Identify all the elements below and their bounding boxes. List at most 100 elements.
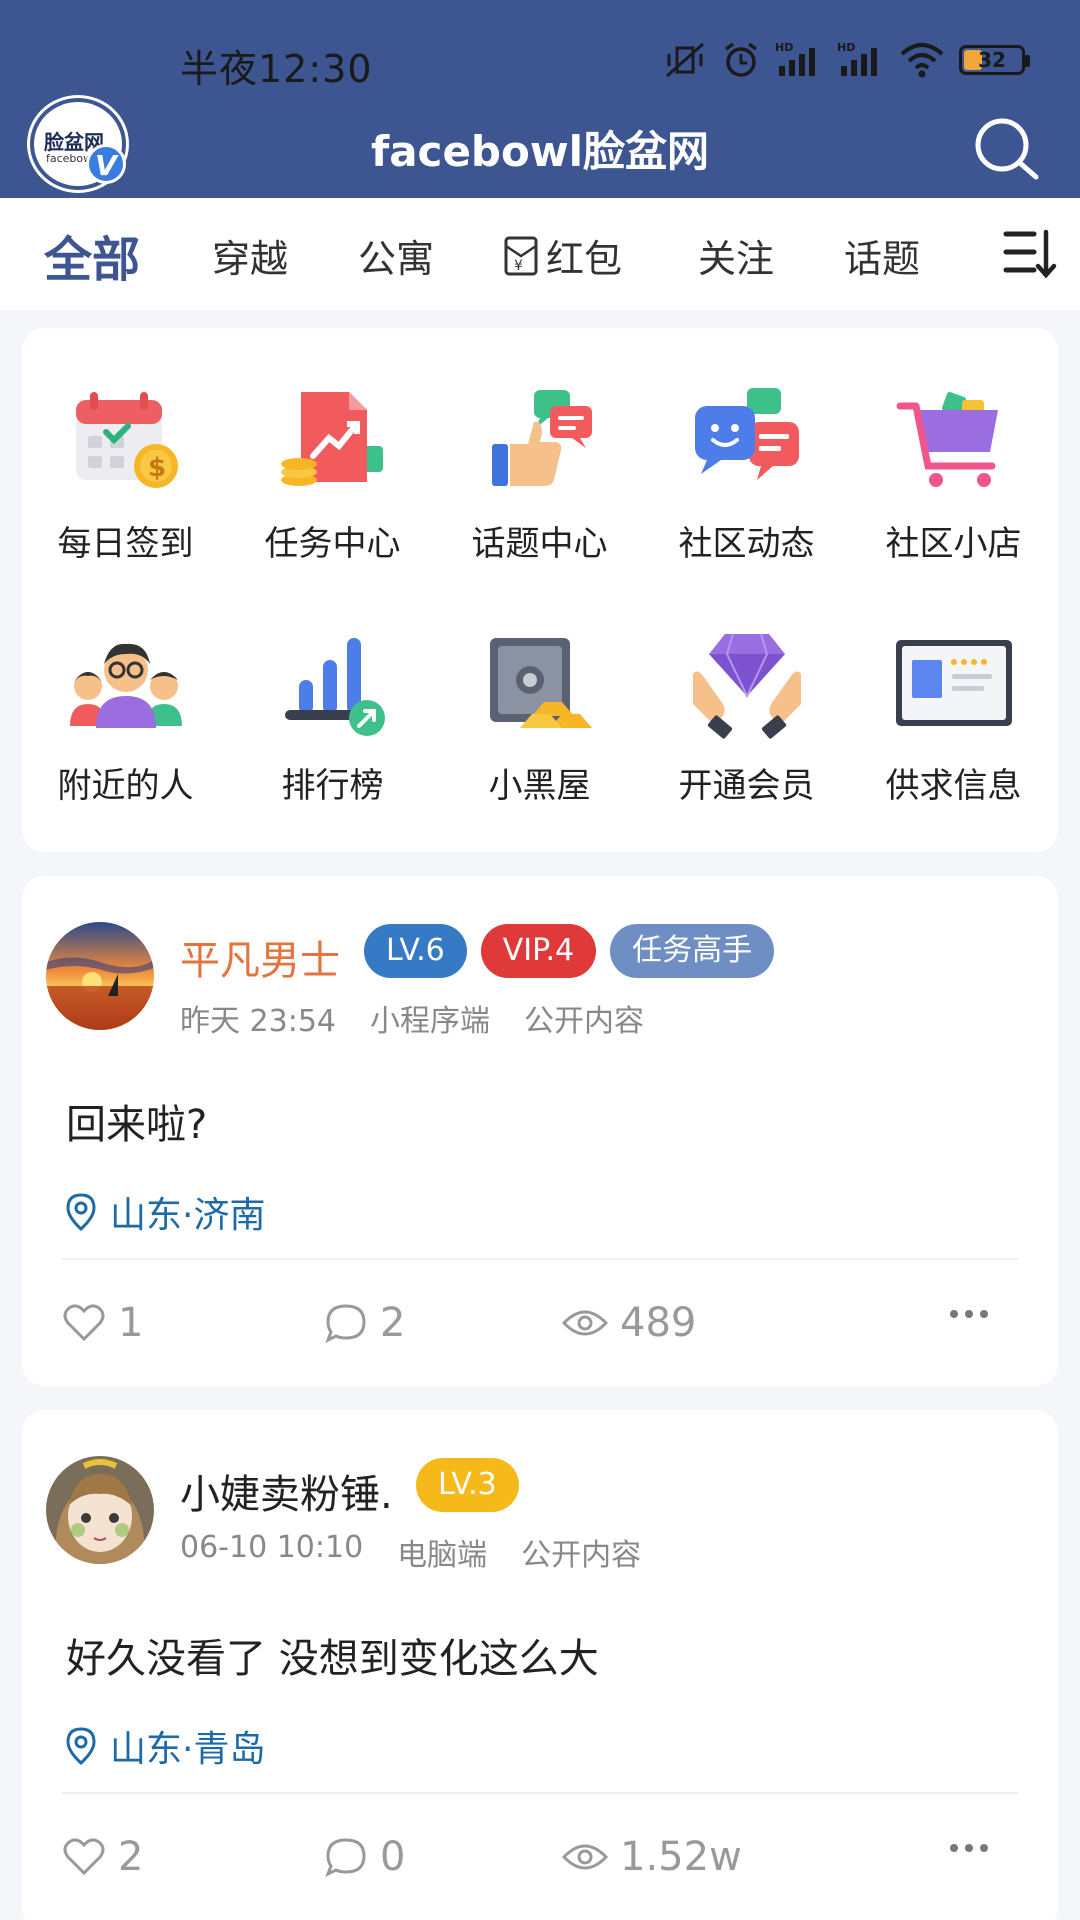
grid-label: 任务中心 xyxy=(264,524,401,564)
tab-gongyu[interactable]: 公寓 xyxy=(358,228,434,283)
like-count: 1 xyxy=(118,1300,144,1346)
location-text: 山东·济南 xyxy=(110,1195,266,1236)
eye-icon xyxy=(562,1844,608,1870)
shopping-cart-icon xyxy=(896,392,998,487)
post-actions: 2 0 1.52w xyxy=(62,1834,1018,1890)
post-client: 电脑端 xyxy=(397,1538,488,1573)
grid-item-nearby-people[interactable]: 附近的人 xyxy=(22,624,229,807)
people-group-icon xyxy=(69,643,182,728)
like-button[interactable]: 1 xyxy=(62,1300,143,1346)
bar-ranking-icon xyxy=(284,638,385,736)
post-meta: 昨天 23:54 小程序端 公开内容 xyxy=(180,996,644,1040)
info-board-icon xyxy=(895,640,1012,726)
grid-item-leaderboard[interactable]: 排行榜 xyxy=(229,624,436,807)
task-chart-icon xyxy=(280,392,383,486)
post-content[interactable]: 好久没看了 没想到变化这么大 xyxy=(66,1626,599,1684)
app-title: facebowl脸盆网 xyxy=(370,127,710,176)
divider xyxy=(62,1258,1018,1260)
username[interactable]: 平凡男士 xyxy=(180,928,340,986)
grid-item-task-center[interactable]: 任务中心 xyxy=(229,382,436,565)
more-options-icon[interactable] xyxy=(948,1308,990,1320)
tab-all[interactable]: 全部 xyxy=(44,220,140,290)
grid-item-vip-membership[interactable]: 开通会员 xyxy=(643,624,850,807)
status-icons: HD HD 32 xyxy=(663,40,1030,80)
grid-item-topic-center[interactable]: 话题中心 xyxy=(436,382,643,565)
grid-label: 供求信息 xyxy=(885,766,1022,806)
svg-text:$: $ xyxy=(148,453,166,483)
comment-button[interactable]: 0 xyxy=(324,1834,405,1880)
safe-gold-icon xyxy=(489,638,592,728)
grid-label: 社区小店 xyxy=(885,524,1022,564)
comment-icon xyxy=(325,1304,366,1344)
grid-item-blackroom[interactable]: 小黑屋 xyxy=(436,624,643,807)
user-badges: LV.3 xyxy=(416,1458,519,1512)
comment-button[interactable]: 2 xyxy=(324,1300,405,1346)
svg-text:HD: HD xyxy=(775,41,793,54)
battery-icon: 32 xyxy=(959,45,1030,75)
grid-item-community-feed[interactable]: 社区动态 xyxy=(643,382,850,565)
girl-avatar-image xyxy=(46,1456,154,1564)
signal-hd-2-icon: HD xyxy=(837,41,877,76)
avatar[interactable] xyxy=(46,922,154,1030)
level-badge: LV.6 xyxy=(364,924,467,978)
view-count: 1.52w xyxy=(620,1834,742,1880)
sunset-avatar-image xyxy=(46,922,154,1030)
vip-badge: VIP.4 xyxy=(480,924,597,978)
chat-bubbles-icon xyxy=(694,388,799,480)
thumbs-up-chat-icon xyxy=(491,390,592,486)
grid-label: 排行榜 xyxy=(281,766,384,806)
grid-item-supply-demand[interactable]: 供求信息 xyxy=(850,624,1057,807)
status-bar: 半夜12:30 HD HD 32 xyxy=(0,30,1080,91)
tab-chuanyue[interactable]: 穿越 xyxy=(212,228,288,283)
post-location[interactable]: 山东·济南 xyxy=(66,1186,265,1238)
post-visibility: 公开内容 xyxy=(521,1538,642,1573)
post-card[interactable]: 平凡男士 LV.6 VIP.4 任务高手 昨天 23:54 小程序端 公开内容 … xyxy=(22,876,1058,1386)
location-text: 山东·青岛 xyxy=(110,1729,266,1770)
wifi-icon xyxy=(900,43,944,78)
grid-label: 开通会员 xyxy=(678,766,815,806)
grid-item-community-shop[interactable]: 社区小店 xyxy=(850,382,1057,565)
heart-icon xyxy=(63,1838,105,1876)
post-content[interactable]: 回来啦? xyxy=(66,1092,207,1150)
username[interactable]: 小婕卖粉锤. xyxy=(180,1462,393,1520)
views-stat: 489 xyxy=(562,1300,696,1346)
tab-hongbao-label: 红包 xyxy=(546,237,623,281)
like-count: 2 xyxy=(118,1834,144,1880)
calendar-checkin-icon: $ xyxy=(75,392,178,488)
grid-label: 话题中心 xyxy=(471,524,608,564)
post-actions: 1 2 489 xyxy=(62,1300,1018,1356)
location-pin-icon xyxy=(66,1727,96,1765)
category-tabs: 全部 穿越 公寓 ¥ 红包 关注 话题 xyxy=(0,198,1080,310)
post-card[interactable]: 小婕卖粉锤. LV.3 06-10 10:10 电脑端 公开内容 好久没看了 没… xyxy=(22,1410,1058,1920)
svg-text:HD: HD xyxy=(837,41,855,54)
grid-label: 附近的人 xyxy=(57,766,194,806)
search-icon[interactable] xyxy=(972,115,1042,185)
divider xyxy=(62,1792,1018,1794)
like-button[interactable]: 2 xyxy=(62,1834,143,1880)
views-stat: 1.52w xyxy=(562,1834,742,1880)
diamond-hands-icon xyxy=(692,633,801,739)
comment-icon xyxy=(325,1838,366,1878)
red-envelope-icon: ¥ xyxy=(504,236,538,276)
avatar[interactable] xyxy=(46,1456,154,1564)
grid-item-daily-checkin[interactable]: $ 每日签到 xyxy=(22,382,229,565)
post-client: 小程序端 xyxy=(370,1004,490,1039)
heart-icon xyxy=(63,1304,105,1342)
user-badges: LV.6 VIP.4 任务高手 xyxy=(364,924,775,978)
more-options-icon[interactable] xyxy=(948,1842,990,1854)
post-visibility: 公开内容 xyxy=(524,1004,644,1039)
tab-huati[interactable]: 话题 xyxy=(844,228,920,283)
post-meta: 06-10 10:10 电脑端 公开内容 xyxy=(180,1530,641,1574)
location-pin-icon xyxy=(66,1193,96,1231)
grid-label: 小黑屋 xyxy=(488,766,591,806)
sort-menu-icon[interactable] xyxy=(1002,228,1058,280)
post-location[interactable]: 山东·青岛 xyxy=(66,1720,265,1772)
feature-grid: $ 每日签到 任务中心 话题中心 社区动态 社区小店 附近的人 排行榜 小黑屋 … xyxy=(22,328,1058,852)
svg-text:¥: ¥ xyxy=(514,258,523,274)
signal-hd-1-icon: HD xyxy=(775,41,815,76)
grid-label: 每日签到 xyxy=(57,524,194,564)
tab-hongbao[interactable]: ¥ 红包 xyxy=(504,228,622,283)
eye-icon xyxy=(562,1310,608,1336)
alarm-icon xyxy=(724,42,758,77)
tab-guanzhu[interactable]: 关注 xyxy=(698,228,774,283)
